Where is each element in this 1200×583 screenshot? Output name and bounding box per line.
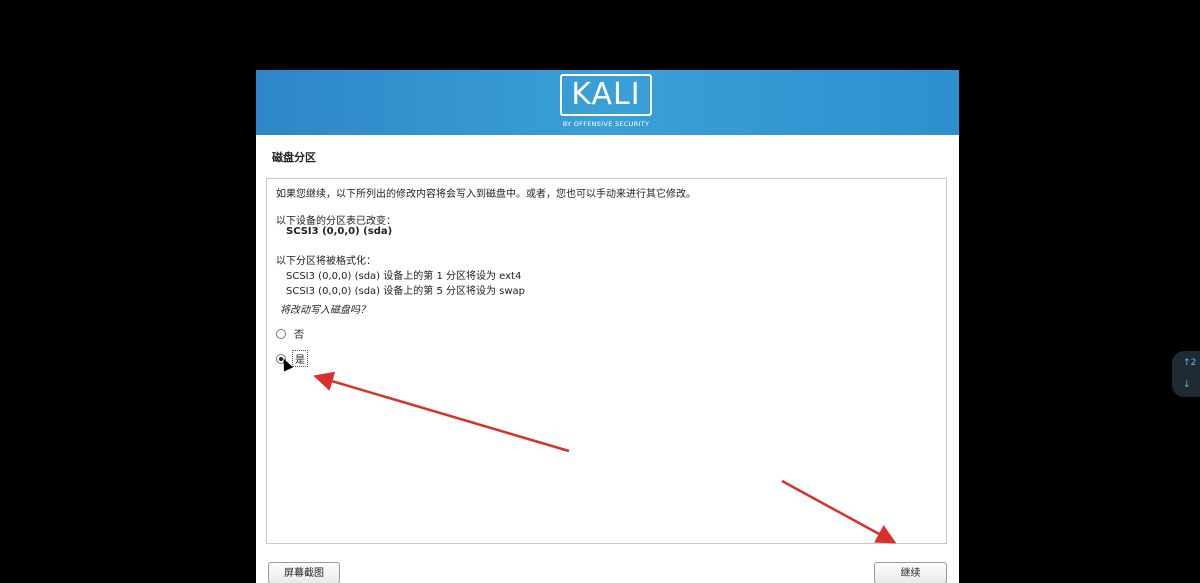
network-speed-widget: ↑2 ↓ [1172,351,1200,397]
upload-speed: ↑2 [1183,358,1197,368]
kali-logo-subtitle: BY OFFENSIVE SECURITY [562,120,650,128]
format-item-text: SCSI3 (0,0,0) (sda) 设备上的第 5 分区将设为 swap [286,286,526,297]
option-no-label[interactable]: 否 [292,326,306,341]
option-no[interactable]: 否 [276,326,306,341]
installer-window: KALI BY OFFENSIVE SECURITY 磁盘分区 如果您继续，以下… [256,70,959,583]
kali-logo: KALI [560,74,652,116]
screenshot-button[interactable]: 屏幕截图 [268,562,340,583]
continue-button[interactable]: 继续 [874,562,947,583]
intro-text: 如果您继续，以下所列出的修改内容将会写入到磁盘中。或者，您也可以手动来进行其它修… [276,189,696,200]
format-item: SCSI3 (0,0,0) (sda) 设备上的第 5 分区将设为 swap [286,282,525,297]
option-yes-label[interactable]: 是 [292,350,308,367]
partition-summary-panel: 如果您继续，以下所列出的修改内容将会写入到磁盘中。或者，您也可以手动来进行其它修… [266,178,947,544]
download-speed: ↓ [1183,380,1191,390]
write-changes-question: 将改动写入磁盘吗？ [280,305,370,316]
format-item-text: SCSI3 (0,0,0) (sda) 设备上的第 1 分区将设为 ext4 [286,271,522,282]
format-heading: 以下分区将被格式化： [276,256,376,267]
page-title: 磁盘分区 [272,151,316,164]
table-changed-heading: 以下设备的分区表已改变： [276,216,396,227]
kali-banner: KALI BY OFFENSIVE SECURITY [256,70,959,135]
radio-no[interactable] [276,328,286,339]
table-changed-device: SCSI3 (0,0,0) (sda) [286,226,393,237]
format-item: SCSI3 (0,0,0) (sda) 设备上的第 1 分区将设为 ext4 [286,267,521,282]
